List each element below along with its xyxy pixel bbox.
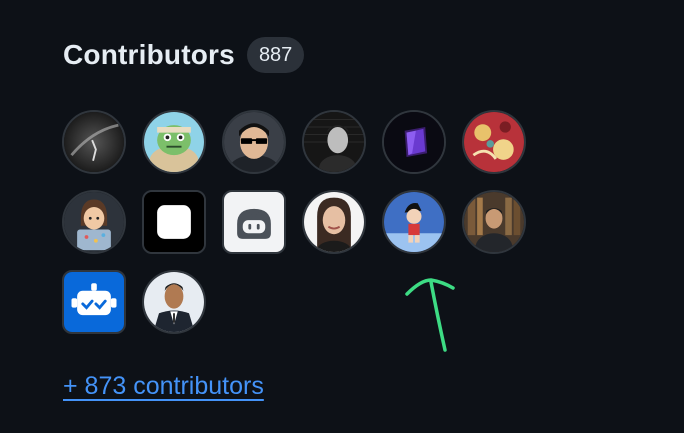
contributor-avatar-3[interactable] bbox=[222, 110, 286, 174]
contributors-title: Contributors bbox=[63, 39, 235, 70]
contributor-avatar-7[interactable] bbox=[62, 190, 126, 254]
more-contributors-link[interactable]: + 873 contributors bbox=[63, 372, 264, 401]
avatar-image bbox=[144, 272, 204, 332]
contributor-avatar-14[interactable] bbox=[142, 270, 206, 334]
contributor-avatar-10[interactable] bbox=[302, 190, 366, 254]
contributor-avatar-9[interactable] bbox=[222, 190, 286, 254]
avatar-image bbox=[224, 112, 284, 172]
avatar-image bbox=[304, 192, 364, 252]
contributor-avatar-1[interactable] bbox=[62, 110, 126, 174]
avatar-image bbox=[464, 192, 524, 252]
contributor-avatar-5[interactable] bbox=[382, 110, 446, 174]
avatar-image bbox=[144, 112, 204, 172]
contributors-count-badge: 887 bbox=[246, 37, 305, 73]
contributor-avatar-13[interactable] bbox=[62, 270, 126, 334]
avatar-image bbox=[224, 192, 284, 252]
contributor-avatar-8[interactable] bbox=[142, 190, 206, 254]
contributor-avatar-12[interactable] bbox=[462, 190, 526, 254]
avatar-image bbox=[464, 112, 524, 172]
avatar-image bbox=[384, 112, 444, 172]
avatar-image bbox=[64, 112, 124, 172]
contributor-avatar-2[interactable] bbox=[142, 110, 206, 174]
avatar-image bbox=[64, 272, 124, 332]
contributor-avatar-6[interactable] bbox=[462, 110, 526, 174]
avatar-image bbox=[304, 112, 364, 172]
contributor-avatar-4[interactable] bbox=[302, 110, 366, 174]
avatar-image bbox=[384, 192, 444, 252]
avatar-image bbox=[64, 192, 124, 252]
avatar-image bbox=[144, 192, 204, 252]
contributor-avatar-11[interactable] bbox=[382, 190, 446, 254]
hand-drawn-arrow-annotation bbox=[405, 278, 455, 352]
contributors-header: Contributors 887 bbox=[63, 34, 305, 76]
